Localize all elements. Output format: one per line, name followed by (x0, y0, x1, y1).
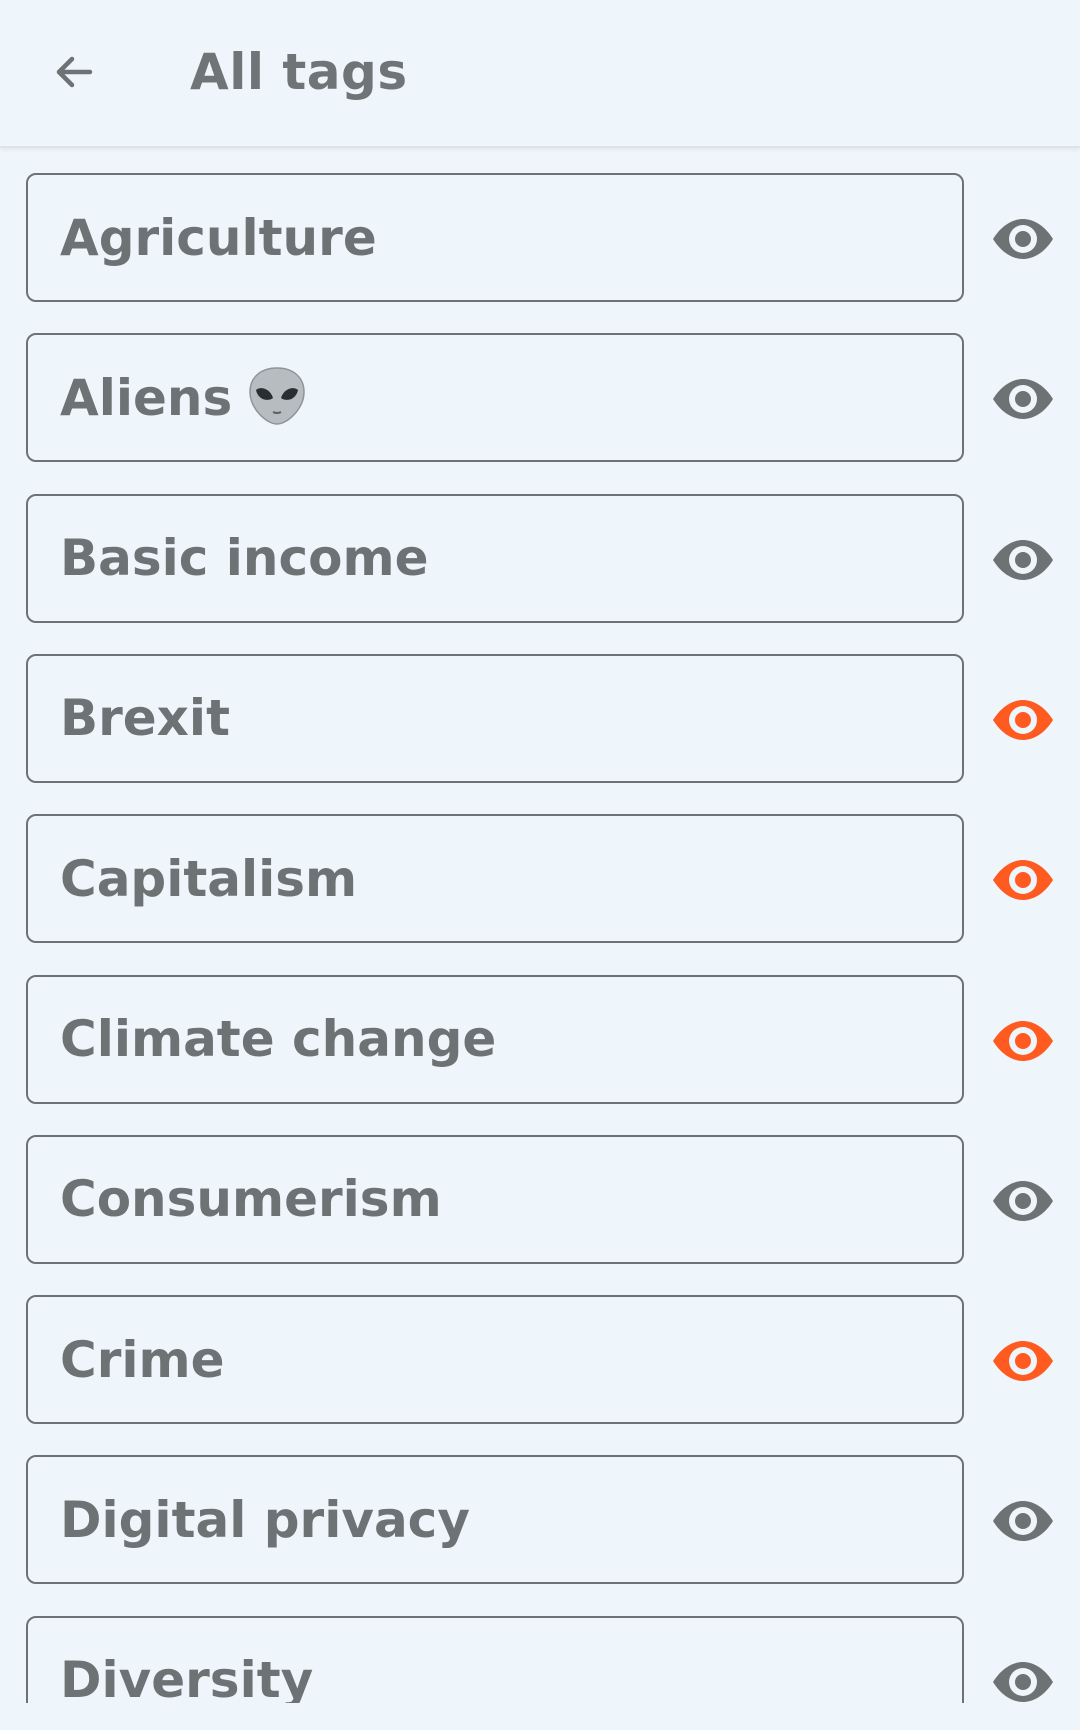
tag-chip[interactable]: Brexit (26, 653, 964, 783)
tag-label: Capitalism (60, 849, 358, 908)
eye-icon[interactable] (988, 1491, 1058, 1551)
tag-row: Agriculture (0, 173, 1080, 306)
eye-icon[interactable] (988, 209, 1058, 269)
tag-label: Brexit (60, 689, 230, 748)
eye-icon[interactable] (988, 369, 1058, 429)
tag-label: Basic income (60, 529, 429, 588)
tag-label: Digital privacy (60, 1490, 470, 1549)
arrow-back-icon (56, 56, 93, 88)
eye-icon-followed[interactable] (988, 690, 1058, 750)
eye-icon-followed[interactable] (988, 1331, 1058, 1391)
alien-emoji-icon (248, 366, 306, 430)
tag-row: Climate change (0, 974, 1080, 1108)
tag-chip[interactable]: Capitalism (26, 814, 964, 944)
eye-icon-followed[interactable] (988, 850, 1058, 910)
tag-chip[interactable]: Diversity (26, 1615, 964, 1703)
eye-icon[interactable] (988, 1652, 1058, 1703)
tag-row: Diversity (0, 1615, 1080, 1703)
tag-chip[interactable]: Agriculture (26, 173, 964, 302)
tag-label: Crime (60, 1330, 225, 1389)
tag-list: Agriculture Aliens Basic income Brexit Capit… (0, 173, 1080, 1703)
tag-label: Consumerism (60, 1170, 442, 1229)
tag-row: Digital privacy (0, 1455, 1080, 1588)
tag-row: Capitalism (0, 814, 1080, 947)
eye-icon[interactable] (988, 1171, 1058, 1231)
tag-row: Basic income (0, 493, 1080, 627)
tag-row: Brexit (0, 653, 1080, 787)
tag-row: Aliens (0, 333, 1080, 466)
eye-icon[interactable] (988, 530, 1058, 590)
tag-label: Aliens (60, 368, 233, 427)
back-button[interactable] (40, 38, 108, 106)
app-bar: All tags (0, 0, 1080, 148)
eye-icon-followed[interactable] (988, 1011, 1058, 1071)
tag-chip[interactable]: Aliens (26, 333, 964, 463)
tag-label: Diversity (60, 1651, 314, 1703)
tag-row: Consumerism (0, 1134, 1080, 1268)
tag-chip[interactable]: Crime (26, 1295, 964, 1425)
tag-chip[interactable]: Climate change (26, 974, 964, 1104)
tag-row: Crime (0, 1295, 1080, 1428)
tag-label: Agriculture (60, 208, 377, 267)
tag-label: Climate change (60, 1010, 497, 1068)
tag-chip[interactable]: Basic income (26, 493, 964, 623)
tag-chip[interactable]: Digital privacy (26, 1455, 964, 1585)
page-title: All tags (190, 43, 408, 101)
tag-chip[interactable]: Consumerism (26, 1134, 964, 1264)
